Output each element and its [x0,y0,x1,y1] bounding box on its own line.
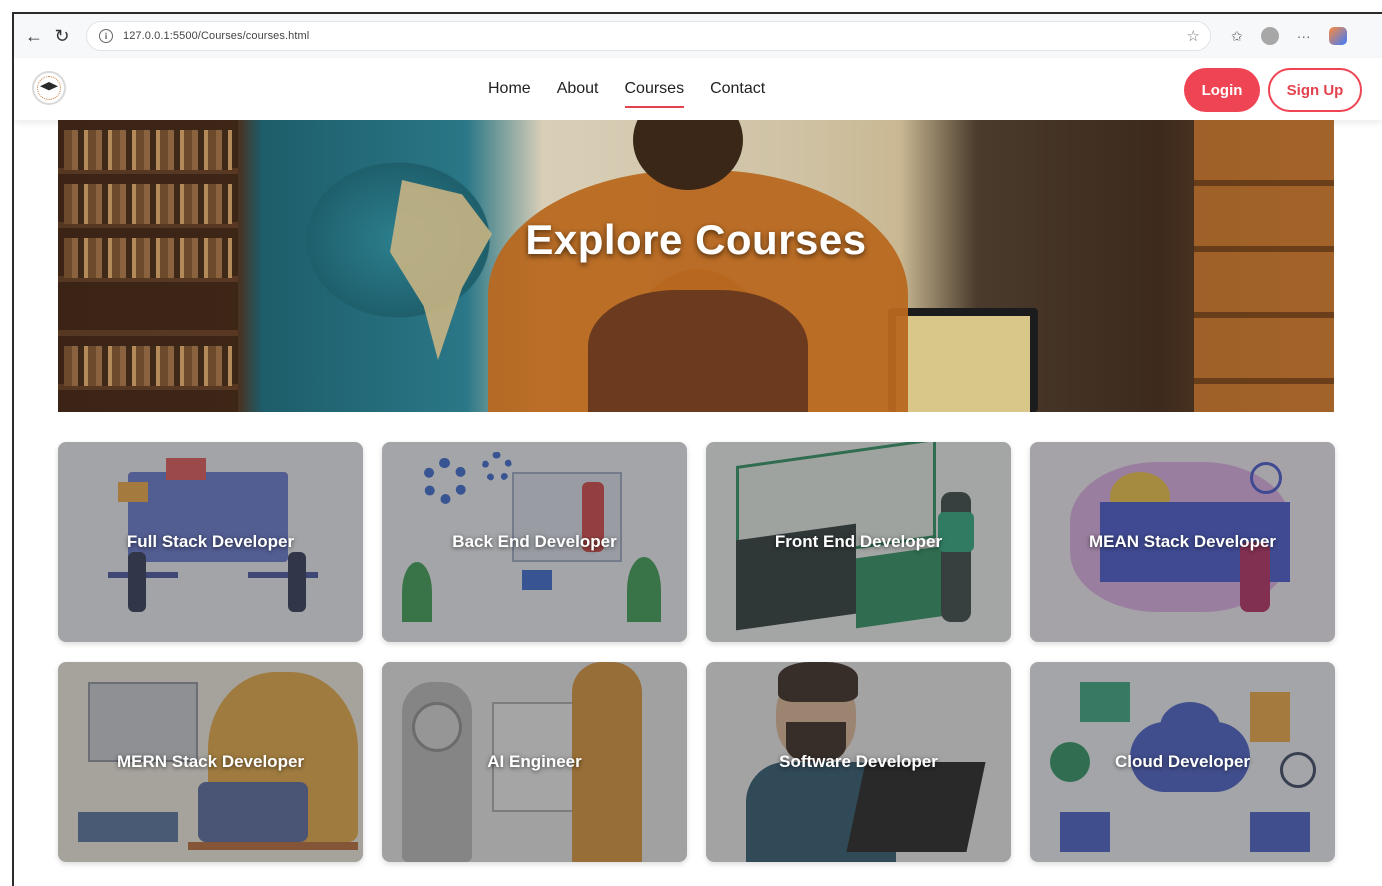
course-title: MERN Stack Developer [116,752,305,771]
nav-about[interactable]: About [557,80,599,108]
copilot-icon[interactable] [1328,27,1347,45]
course-title: Cloud Developer [1114,752,1251,771]
url-text: 127.0.0.1:5500/Courses/courses.html [123,30,310,42]
bookmark-star-icon[interactable]: ☆ [1187,27,1200,45]
course-card-software-developer[interactable]: Software Developer [706,662,1011,862]
nav-contact[interactable]: Contact [710,80,765,108]
hero-banner: Explore Courses [58,120,1334,412]
address-bar[interactable]: i 127.0.0.1:5500/Courses/courses.html ☆ [86,21,1211,51]
hero-laptop-screen [896,316,1030,412]
reload-icon[interactable]: ↻ [48,22,76,50]
course-card-mern-stack[interactable]: MERN Stack Developer [58,662,363,862]
hero-title: Explore Courses [525,216,867,263]
course-title: MEAN Stack Developer [1088,532,1277,551]
hero-backpack [588,290,808,412]
site-info-icon[interactable]: i [99,29,113,43]
signup-button[interactable]: Sign Up [1268,68,1362,112]
course-title: Front End Developer [774,532,943,551]
course-card-full-stack[interactable]: Full Stack Developer [58,442,363,642]
site-header: Home About Courses Contact Login Sign Up [14,58,1382,120]
course-title: AI Engineer [487,752,582,771]
course-grid: Full Stack Developer Back End Developer [58,442,1335,862]
main-nav: Home About Courses Contact [488,80,765,108]
nav-courses[interactable]: Courses [624,80,685,108]
browser-toolbar: ← ↻ i 127.0.0.1:5500/Courses/courses.htm… [14,14,1382,58]
profile-avatar[interactable] [1260,27,1279,45]
course-card-front-end[interactable]: Front End Developer [706,442,1011,642]
course-card-cloud-developer[interactable]: Cloud Developer [1030,662,1335,862]
favorites-icon[interactable]: ✩ [1231,28,1243,45]
more-menu-icon[interactable]: ··· [1297,28,1311,44]
site-logo[interactable] [32,71,66,105]
browser-actions: ✩ ··· [1231,27,1347,45]
course-title: Software Developer [779,752,938,771]
hero-bookshelf-right [1194,120,1334,412]
hero-map [390,180,492,360]
hero-books [64,130,232,170]
browser-window: ← ↻ i 127.0.0.1:5500/Courses/courses.htm… [12,12,1382,886]
login-button[interactable]: Login [1184,68,1260,112]
nav-home[interactable]: Home [488,80,531,108]
hero-books [64,346,232,386]
course-card-mean-stack[interactable]: MEAN Stack Developer [1030,442,1335,642]
course-card-back-end[interactable]: Back End Developer [382,442,687,642]
course-card-ai-engineer[interactable]: AI Engineer [382,662,687,862]
course-title: Back End Developer [452,532,617,551]
back-icon[interactable]: ← [20,22,48,50]
course-title: Full Stack Developer [126,532,295,551]
